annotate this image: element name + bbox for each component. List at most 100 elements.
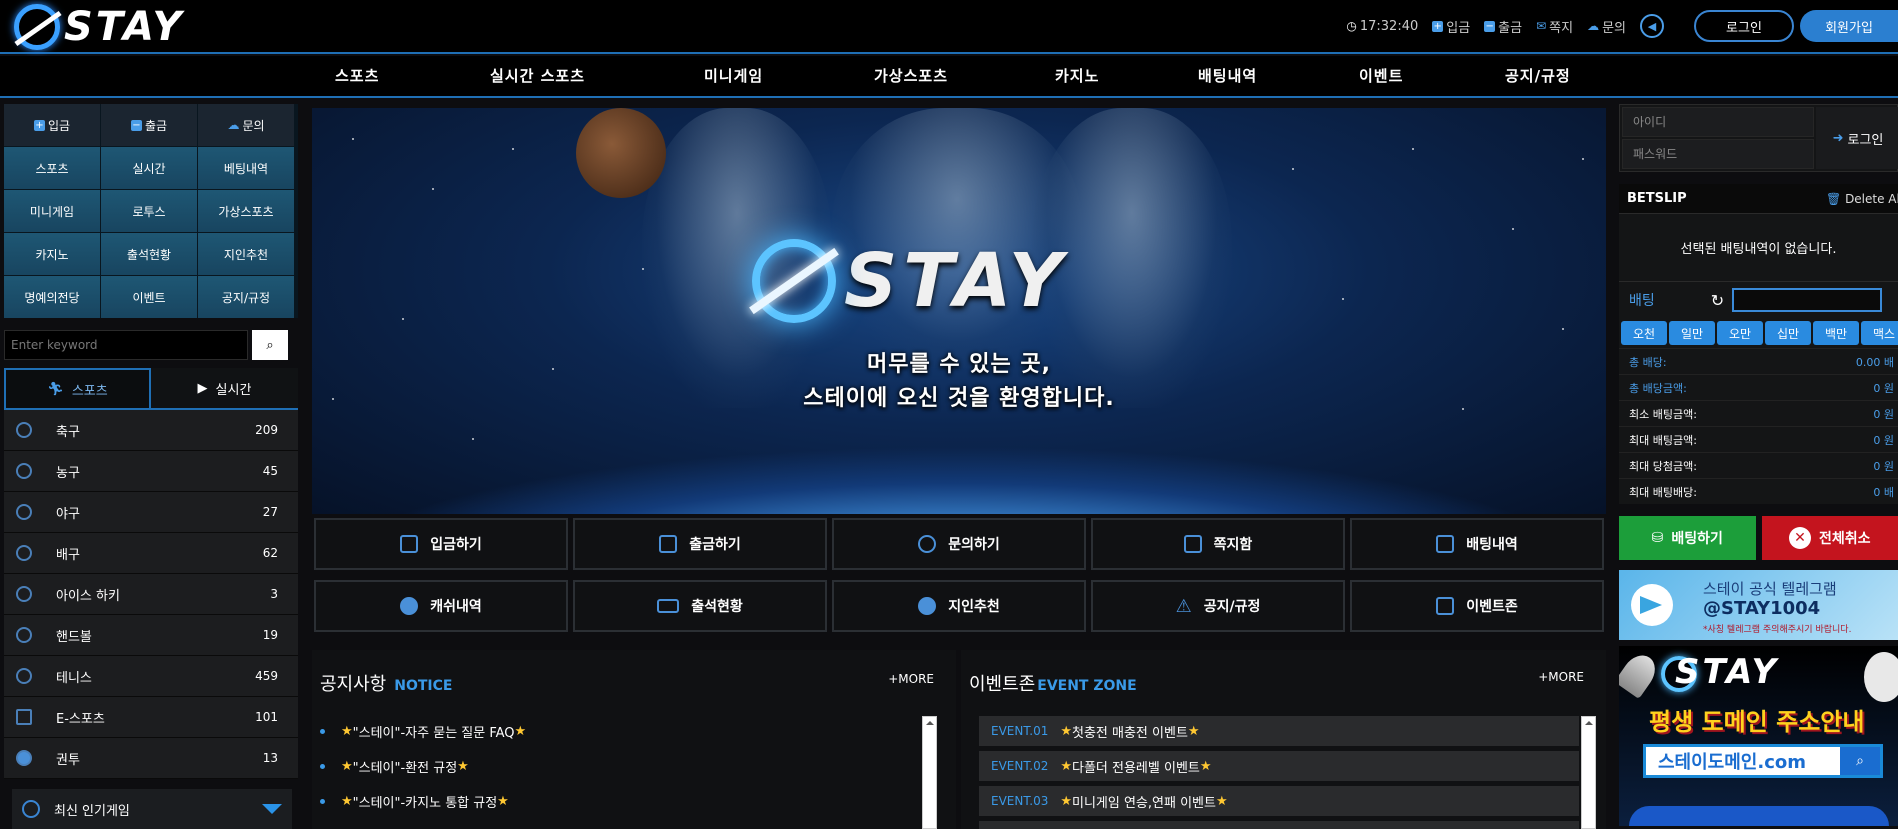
login-button[interactable]: 로그인 bbox=[1694, 10, 1794, 42]
quick-deposit[interactable]: + 입금 bbox=[4, 104, 100, 146]
notice-button[interactable]: ⚠ 공지/규정 bbox=[1091, 580, 1345, 632]
header-withdraw-link[interactable]: − 출금 bbox=[1484, 17, 1522, 36]
sport-item-boxing[interactable]: 권투 13 bbox=[4, 738, 298, 779]
telegram-handle: @STAY1004 bbox=[1703, 598, 1821, 619]
summary-label: 최소 배팅금액: bbox=[1629, 407, 1697, 421]
inbox-button[interactable]: 쪽지함 bbox=[1091, 518, 1345, 570]
header-inquiry-link[interactable]: ☁ 문의 bbox=[1587, 17, 1626, 36]
deposit-button-label: 입금하기 bbox=[430, 537, 482, 553]
event-item[interactable]: EVENT.03 ★ 미니게임 연승,연패 이벤트 ★ bbox=[979, 786, 1579, 816]
quick-referral[interactable]: 지인추천 bbox=[198, 233, 294, 275]
site-logo[interactable]: STAY bbox=[14, 4, 184, 50]
quick-bet-history[interactable]: 베팅내역 bbox=[198, 147, 294, 189]
password-field[interactable]: 패스워드 bbox=[1622, 139, 1814, 169]
delete-all-button[interactable]: 🗑︎ Delete All bbox=[1826, 192, 1898, 206]
chip-10000[interactable]: 일만 bbox=[1669, 321, 1715, 345]
notice-more-link[interactable]: +MORE bbox=[888, 672, 934, 686]
basketball-icon bbox=[16, 463, 32, 479]
trash-icon: 🗑︎ bbox=[1826, 191, 1842, 206]
quick-notice[interactable]: 공지/규정 bbox=[198, 276, 294, 318]
inquiry-button[interactable]: 문의하기 bbox=[832, 518, 1086, 570]
chip-100000[interactable]: 십만 bbox=[1765, 321, 1811, 345]
sidebar-login-button[interactable]: ➜ 로그인 bbox=[1816, 107, 1898, 169]
sport-item-soccer[interactable]: 축구 209 bbox=[4, 410, 298, 451]
quick-inquiry[interactable]: ☁ 문의 bbox=[198, 104, 294, 146]
chip-max[interactable]: 맥스 bbox=[1861, 321, 1898, 345]
summary-label: 최대 당첨금액: bbox=[1629, 459, 1697, 473]
withdraw-button[interactable]: 출금하기 bbox=[573, 518, 827, 570]
popular-games-label: 최신 인기게임 bbox=[54, 803, 130, 819]
referral-button-label: 지인추천 bbox=[948, 599, 1000, 615]
event-more-link[interactable]: +MORE bbox=[1538, 670, 1584, 684]
warning-icon: ⚠ bbox=[1175, 595, 1192, 617]
quick-withdraw[interactable]: − 출금 bbox=[101, 104, 197, 146]
nav-live-sports[interactable]: 실시간 스포츠 bbox=[490, 56, 585, 98]
volume-button[interactable]: ◀ bbox=[1640, 14, 1664, 38]
tab-sports[interactable]: 🏃︎ 스포츠 bbox=[4, 368, 151, 408]
bet-history-button[interactable]: 배팅내역 bbox=[1350, 518, 1604, 570]
quick-virtual-sports[interactable]: 가상스포츠 bbox=[198, 190, 294, 232]
tab-live[interactable]: ▶ 실시간 bbox=[151, 368, 298, 408]
event-item[interactable]: EVENT.01 ★ 첫충전 매충전 이벤트 ★ bbox=[979, 716, 1579, 746]
cancel-all-button[interactable]: ✕ 전체취소 bbox=[1761, 516, 1898, 560]
nav-sports[interactable]: 스포츠 bbox=[335, 56, 379, 98]
event-item[interactable] bbox=[979, 821, 1579, 829]
hockey-stick-icon bbox=[16, 586, 32, 602]
chip-5000[interactable]: 오천 bbox=[1621, 321, 1667, 345]
sport-item-tennis[interactable]: 테니스 459 bbox=[4, 656, 298, 697]
quick-live[interactable]: 실시간 bbox=[101, 147, 197, 189]
sport-list: 축구 209 농구 45 야구 27 배구 62 아이스 하키 3 핸드볼 19 테니스 45… bbox=[4, 410, 298, 779]
notice-item[interactable]: ★ "스테이"-환전 규정 ★ bbox=[320, 757, 469, 776]
event-zone-button[interactable]: 이벤트존 bbox=[1350, 580, 1604, 632]
nav-virtual-sports[interactable]: 가상스포츠 bbox=[874, 56, 948, 98]
quick-event[interactable]: 이벤트 bbox=[101, 276, 197, 318]
banner-line-2: 스테이에 오신 것을 환영합니다. bbox=[803, 386, 1115, 411]
header-message-link[interactable]: ✉ 쪽지 bbox=[1536, 17, 1573, 36]
sport-item-ice-hockey[interactable]: 아이스 하키 3 bbox=[4, 574, 298, 615]
sport-item-baseball[interactable]: 야구 27 bbox=[4, 492, 298, 533]
event-board: 이벤트존 EVENT ZONE +MORE EVENT.01 ★ 첫충전 매충전 이벤… bbox=[961, 650, 1606, 829]
summary-value: 0 원 bbox=[1873, 459, 1894, 473]
header-deposit-link[interactable]: + 입금 bbox=[1432, 17, 1470, 36]
quick-minigame[interactable]: 미니게임 bbox=[4, 190, 100, 232]
event-scrollbar[interactable] bbox=[1581, 716, 1596, 829]
refresh-icon[interactable]: ↻ bbox=[1711, 291, 1724, 310]
sport-item-esports[interactable]: E-스포츠 101 bbox=[4, 697, 298, 738]
event-item[interactable]: EVENT.02 ★ 다폴더 전용레벨 이벤트 ★ bbox=[979, 751, 1579, 781]
nav-notice[interactable]: 공지/규정 bbox=[1505, 56, 1571, 98]
domain-banner[interactable]: STAY 평생 도메인 주소안내 스테이도메인.com ⌕ bbox=[1619, 646, 1898, 826]
chip-50000[interactable]: 오만 bbox=[1717, 321, 1763, 345]
quick-sports[interactable]: 스포츠 bbox=[4, 147, 100, 189]
attendance-button[interactable]: 출석현황 bbox=[573, 580, 827, 632]
notice-item[interactable]: ★ "스테이"-자주 묻는 질문 FAQ ★ bbox=[320, 722, 526, 741]
notice-scrollbar[interactable] bbox=[922, 716, 937, 829]
speaker-icon: ◀ bbox=[1647, 19, 1657, 33]
quick-lotus[interactable]: 로투스 bbox=[101, 190, 197, 232]
search-button[interactable]: ⌕ bbox=[252, 330, 288, 360]
telegram-banner[interactable]: 스테이 공식 텔레그램 @STAY1004 *사칭 텔레그램 주의해주시기 바랍… bbox=[1619, 570, 1898, 640]
nav-event[interactable]: 이벤트 bbox=[1359, 56, 1403, 98]
username-field[interactable]: 아이디 bbox=[1622, 107, 1814, 137]
sport-item-handball[interactable]: 핸드볼 19 bbox=[4, 615, 298, 656]
bet-amount-input[interactable] bbox=[1732, 288, 1883, 312]
nav-bet-history[interactable]: 배팅내역 bbox=[1198, 56, 1257, 98]
popular-games-toggle[interactable]: 최신 인기게임 bbox=[12, 789, 292, 829]
sport-item-volleyball[interactable]: 배구 62 bbox=[4, 533, 298, 574]
sport-item-basketball[interactable]: 농구 45 bbox=[4, 451, 298, 492]
quick-hall-of-fame[interactable]: 명예의전당 bbox=[4, 276, 100, 318]
summary-total-payout: 총 배당금액: 0 원 bbox=[1619, 374, 1898, 400]
cash-history-button[interactable]: 캐쉬내역 bbox=[314, 580, 568, 632]
nav-casino[interactable]: 카지노 bbox=[1055, 56, 1099, 98]
nav-minigame[interactable]: 미니게임 bbox=[704, 56, 763, 98]
bet-label: 배팅 bbox=[1629, 293, 1655, 309]
chip-1000000[interactable]: 백만 bbox=[1813, 321, 1859, 345]
quick-casino[interactable]: 카지노 bbox=[4, 233, 100, 275]
quick-attendance[interactable]: 출석현황 bbox=[101, 233, 197, 275]
place-bet-button[interactable]: ⛁ 배팅하기 bbox=[1619, 516, 1756, 560]
main-banner[interactable]: STAY 머무를 수 있는 곳, 스테이에 오신 것을 환영합니다. bbox=[312, 108, 1606, 514]
referral-button[interactable]: 지인추천 bbox=[832, 580, 1086, 632]
search-input[interactable]: Enter keyword bbox=[4, 330, 248, 360]
deposit-button[interactable]: 입금하기 bbox=[314, 518, 568, 570]
notice-item[interactable]: ★ "스테이"-카지노 통합 규정 ★ bbox=[320, 792, 509, 811]
join-button[interactable]: 회원가입 bbox=[1800, 10, 1898, 42]
